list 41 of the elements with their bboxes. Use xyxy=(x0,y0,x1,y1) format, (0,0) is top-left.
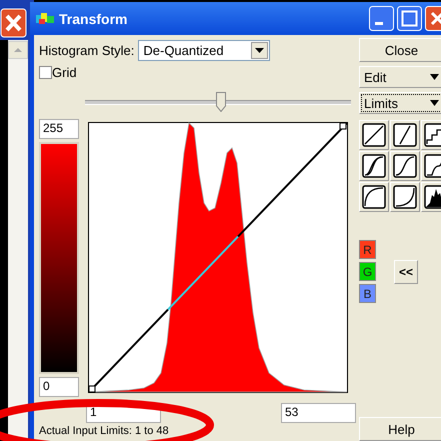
status-text: Actual Input Limits: 1 to 48 xyxy=(39,425,170,437)
histogram-style-label: Histogram Style: xyxy=(39,43,134,58)
caret-icon xyxy=(430,99,439,107)
channel-button[interactable]: B xyxy=(359,284,376,303)
input-max-field[interactable]: 53 xyxy=(281,403,356,423)
app-icon xyxy=(36,12,54,24)
curve-preset-button[interactable] xyxy=(359,120,389,150)
close-button[interactable]: Close xyxy=(359,38,441,62)
curve-icon xyxy=(393,185,417,209)
collapse-button[interactable]: << xyxy=(394,260,418,284)
curve-icon xyxy=(393,154,417,178)
window-title: Transform xyxy=(59,10,128,26)
output-max-field[interactable]: 255 xyxy=(39,119,79,139)
histogram-style-dropdown[interactable]: De-Quantized xyxy=(138,40,270,61)
menu-button[interactable]: Edit xyxy=(359,66,441,88)
caret-icon xyxy=(430,73,439,81)
grid-label: Grid xyxy=(52,65,77,80)
channel-button[interactable]: G xyxy=(359,262,376,281)
curve-icon xyxy=(362,185,386,209)
curve-preset-button[interactable] xyxy=(390,151,420,181)
curve-icon xyxy=(393,123,417,147)
curve-preset-button[interactable] xyxy=(390,182,420,212)
slider-thumb[interactable] xyxy=(216,92,226,112)
channel-button[interactable]: R xyxy=(359,240,376,259)
curve-preset-button[interactable] xyxy=(359,182,389,212)
curve-preset-button[interactable] xyxy=(390,120,420,150)
curve-preset-button[interactable] xyxy=(359,151,389,181)
histogram-icon xyxy=(424,185,441,209)
minimize-icon[interactable] xyxy=(369,6,394,31)
curve-handle[interactable] xyxy=(88,386,96,392)
curve-handle[interactable] xyxy=(340,122,346,130)
curve-icon xyxy=(424,154,441,178)
curve-icon xyxy=(362,123,386,147)
menu-button[interactable]: Limits xyxy=(359,92,441,114)
close-icon[interactable] xyxy=(0,8,27,38)
grid-checkbox[interactable] xyxy=(39,66,52,79)
output-min-field[interactable]: 0 xyxy=(39,377,79,397)
maximize-icon[interactable] xyxy=(397,6,422,31)
curve-icon xyxy=(362,154,386,178)
help-button[interactable]: Help xyxy=(359,417,441,441)
curve-icon xyxy=(424,123,441,147)
